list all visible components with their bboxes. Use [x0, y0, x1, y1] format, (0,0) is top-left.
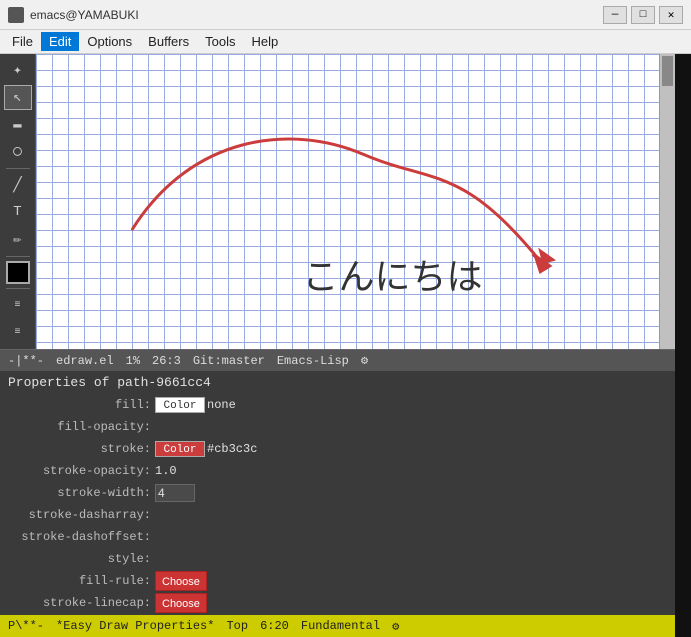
style-label: style: — [0, 552, 155, 566]
title-bar: emacs@YAMABUKI — □ ✕ — [0, 0, 691, 30]
stroke-width-input[interactable] — [155, 484, 195, 502]
canvas-area[interactable]: こんにちは — [36, 54, 659, 349]
gear-icon[interactable]: ⚙ — [361, 353, 368, 368]
stroke-dasharray-label: stroke-dasharray: — [0, 508, 155, 522]
stroke-linecap-choose-button[interactable]: Choose — [155, 593, 207, 613]
prop-row-stroke-dashoffset: stroke-dashoffset: — [0, 526, 675, 548]
vertical-scrollbar[interactable] — [659, 54, 675, 349]
prop-row-stroke-width: stroke-width: — [0, 482, 675, 504]
svg-text:こんにちは: こんにちは — [303, 256, 483, 297]
menu-buffers[interactable]: Buffers — [140, 32, 197, 51]
fill-value: Color none — [155, 397, 236, 413]
color-swatch-tool[interactable] — [6, 261, 30, 284]
menu-tools[interactable]: Tools — [197, 32, 243, 51]
stroke-color-swatch[interactable]: Color — [155, 441, 205, 457]
bottom-filename: *Easy Draw Properties* — [56, 619, 214, 633]
stroke-value: Color #cb3c3c — [155, 441, 257, 457]
select-tool[interactable]: ✦ — [4, 58, 32, 83]
separator3 — [6, 288, 30, 289]
stroke-text: #cb3c3c — [207, 442, 257, 456]
fill-text: none — [207, 398, 236, 412]
main-layout: ✦ ↖ ▬ ◯ ╱ T ✏ ≡ ≡ — [0, 54, 691, 637]
stroke-label: stroke: — [0, 442, 155, 456]
separator — [6, 168, 30, 169]
prop-row-style: style: — [0, 548, 675, 570]
menu-bar: File Edit Options Buffers Tools Help — [0, 30, 691, 54]
status-percent: 1% — [126, 354, 140, 368]
rect-tool[interactable]: ▬ — [4, 112, 32, 137]
pencil-tool[interactable]: ✏ — [4, 227, 32, 252]
prop-row-stroke-opacity: stroke-opacity: 1.0 — [0, 460, 675, 482]
arrow-tool[interactable]: ↖ — [4, 85, 32, 110]
properties-header: Properties of path-9661cc4 — [0, 371, 675, 394]
status-filename: edraw.el — [56, 354, 114, 368]
bottom-percent: Top — [226, 619, 248, 633]
prop-row-fill-opacity: fill-opacity: — [0, 416, 675, 438]
app-window: emacs@YAMABUKI — □ ✕ File Edit Options B… — [0, 0, 691, 637]
path-tool[interactable]: ╱ — [4, 173, 32, 198]
status-branch: Git:master — [193, 354, 265, 368]
menu-help[interactable]: Help — [243, 32, 286, 51]
extra-tool2[interactable]: ≡ — [4, 320, 32, 345]
toolbar: ✦ ↖ ▬ ◯ ╱ T ✏ ≡ ≡ — [0, 54, 36, 349]
bottom-lang: Fundamental — [301, 619, 380, 633]
status-lang: Emacs-Lisp — [277, 354, 349, 368]
editor-section: ✦ ↖ ▬ ◯ ╱ T ✏ ≡ ≡ — [0, 54, 675, 637]
minimize-button[interactable]: — — [603, 6, 627, 24]
separator2 — [6, 256, 30, 257]
status-mode: -|**- — [8, 354, 44, 368]
status-position: 26:3 — [152, 354, 181, 368]
extra-tool[interactable]: ≡ — [4, 293, 32, 318]
bottom-position: 6:20 — [260, 619, 289, 633]
fill-color-swatch[interactable]: Color — [155, 397, 205, 413]
window-title: emacs@YAMABUKI — [30, 8, 139, 22]
status-bar-bottom: P\**- *Easy Draw Properties* Top 6:20 Fu… — [0, 615, 675, 637]
prop-row-fill: fill: Color none — [0, 394, 675, 416]
scrollbar-thumb[interactable] — [662, 56, 673, 86]
window-controls: — □ ✕ — [603, 6, 683, 24]
menu-file[interactable]: File — [4, 32, 41, 51]
text-tool[interactable]: T — [4, 200, 32, 225]
prop-row-stroke: stroke: Color #cb3c3c — [0, 438, 675, 460]
maximize-button[interactable]: □ — [631, 6, 655, 24]
menu-options[interactable]: Options — [79, 32, 140, 51]
prop-row-stroke-dasharray: stroke-dasharray: — [0, 504, 675, 526]
prop-row-fill-rule: fill-rule: Choose — [0, 570, 675, 592]
close-button[interactable]: ✕ — [659, 6, 683, 24]
stroke-opacity-label: stroke-opacity: — [0, 464, 155, 478]
canvas-svg: こんにちは — [36, 54, 659, 349]
fill-opacity-label: fill-opacity: — [0, 420, 155, 434]
canvas-section: ✦ ↖ ▬ ◯ ╱ T ✏ ≡ ≡ — [0, 54, 675, 349]
stroke-linecap-label: stroke-linecap: — [0, 596, 155, 610]
bottom-mode: P\**- — [8, 619, 44, 633]
status-bar-top: -|**- edraw.el 1% 26:3 Git:master Emacs-… — [0, 349, 675, 371]
bottom-gear-icon[interactable]: ⚙ — [392, 619, 399, 634]
stroke-opacity-text: 1.0 — [155, 464, 177, 478]
fill-rule-choose-button[interactable]: Choose — [155, 571, 207, 591]
prop-row-stroke-linecap: stroke-linecap: Choose — [0, 592, 675, 614]
right-panel — [675, 54, 691, 637]
ellipse-tool[interactable]: ◯ — [4, 139, 32, 164]
fill-label: fill: — [0, 398, 155, 412]
stroke-width-label: stroke-width: — [0, 486, 155, 500]
properties-panel: Properties of path-9661cc4 fill: Color n… — [0, 371, 675, 615]
menu-edit[interactable]: Edit — [41, 32, 79, 51]
fill-rule-label: fill-rule: — [0, 574, 155, 588]
stroke-dashoffset-label: stroke-dashoffset: — [0, 530, 155, 544]
app-icon — [8, 7, 24, 23]
